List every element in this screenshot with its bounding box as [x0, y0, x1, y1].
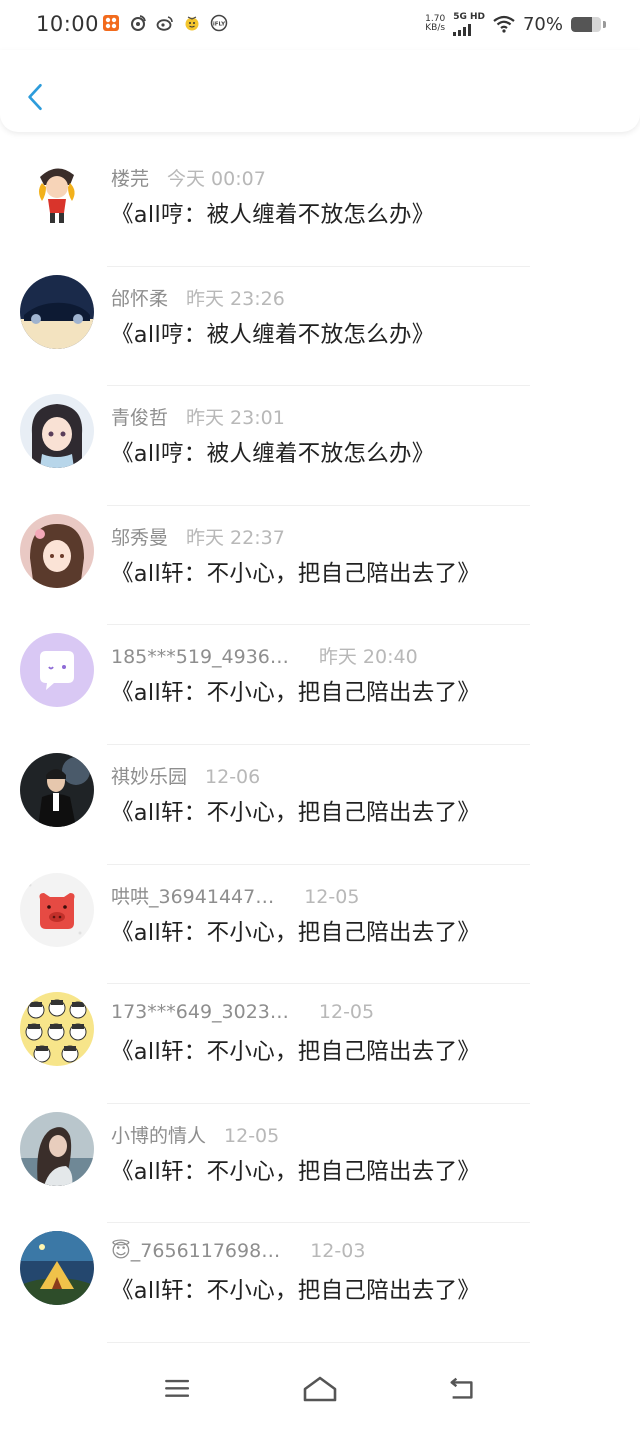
avatar[interactable] [20, 992, 94, 1067]
network-speed: 1.70 KB/s [425, 14, 446, 33]
avatar[interactable] [20, 633, 94, 708]
message-time: 12-03 [310, 1240, 366, 1263]
message-meta: 哄哄_36941447… 12-05 [111, 882, 359, 909]
signal-bars-icon [453, 24, 485, 36]
sender-name[interactable]: 邬秀曼 [111, 523, 168, 550]
avatar[interactable] [20, 274, 94, 349]
message-time: 昨天 20:40 [318, 646, 418, 669]
list-item[interactable]: 祺妙乐园 12-06 《all轩：不小心，把自己陪出去了》 [0, 745, 640, 865]
list-item[interactable]: 邬秀曼 昨天 22:37 《all轩：不小心，把自己陪出去了》 [0, 506, 640, 626]
message-text[interactable]: 《all哼：被人缠着不放怎么办》 [111, 317, 435, 349]
sender-name[interactable]: 😇_7656117698… [111, 1240, 280, 1262]
ifly-icon: iFLY [210, 14, 228, 32]
back-button[interactable] [18, 75, 52, 119]
message-text[interactable]: 《all轩：不小心，把自己陪出去了》 [111, 1154, 480, 1186]
home-button[interactable] [295, 1369, 345, 1409]
emoji-icon [183, 14, 201, 32]
message-time: 12-05 [318, 1001, 375, 1024]
notification-icons: iFLY [102, 14, 228, 32]
wifi-icon [493, 15, 515, 33]
sender-name[interactable]: 哄哄_36941447… [111, 882, 274, 909]
menu-button[interactable] [153, 1369, 203, 1409]
list-item[interactable]: 185***519_4936… 昨天 20:40 《all轩：不小心，把自己陪出… [0, 625, 640, 745]
sender-name[interactable]: 185***519_4936… [111, 646, 289, 668]
message-meta: 邰怀柔 昨天 23:26 [111, 284, 285, 311]
system-status: 1.70 KB/s 5G HD 70% [425, 12, 606, 36]
message-meta: 邬秀曼 昨天 22:37 [111, 523, 285, 550]
message-meta: 😇_7656117698… 12-03 [111, 1240, 365, 1262]
message-time: 12-05 [304, 885, 360, 908]
avatar[interactable] [20, 513, 94, 588]
message-time: 昨天 22:37 [186, 526, 285, 549]
avatar[interactable] [20, 1111, 94, 1186]
menu-icon [165, 1379, 189, 1397]
list-item[interactable]: 😇_7656117698… 12-03 《all轩：不小心，把自己陪出去了》 [0, 1223, 640, 1343]
back-nav-button[interactable] [437, 1369, 487, 1409]
message-text[interactable]: 《all哼：被人缠着不放怎么办》 [111, 436, 435, 468]
avatar[interactable] [20, 872, 94, 947]
sender-name[interactable]: 小博的情人 [111, 1121, 206, 1148]
weibo-icon [129, 14, 147, 32]
sender-name[interactable]: 邰怀柔 [111, 284, 168, 311]
app-icon [102, 14, 120, 32]
list-item[interactable]: 小博的情人 12-05 《all轩：不小心，把自己陪出去了》 [0, 1104, 640, 1224]
message-text[interactable]: 《all哼：被人缠着不放怎么办》 [111, 197, 435, 229]
list-item[interactable]: 173***649_3023… 12-05 《all轩：不小心，把自己陪出去了》 [0, 984, 640, 1104]
message-text[interactable]: 《all轩：不小心，把自己陪出去了》 [111, 675, 480, 707]
battery-icon [571, 16, 601, 32]
list-item[interactable]: 邰怀柔 昨天 23:26 《all哼：被人缠着不放怎么办》 [0, 267, 640, 387]
chevron-left-icon [28, 83, 42, 111]
home-icon [303, 1376, 337, 1402]
status-bar: 10:00 iFLY 1.70 KB/s 5G HD 70% [0, 0, 640, 50]
signal-indicator: 5G HD [453, 12, 485, 36]
avatar[interactable] [20, 1231, 94, 1306]
message-meta: 185***519_4936… 昨天 20:40 [111, 642, 418, 669]
sender-name[interactable]: 青俊哲 [111, 403, 168, 430]
message-text[interactable]: 《all轩：不小心，把自己陪出去了》 [111, 795, 480, 827]
navigation-bar [0, 1353, 640, 1433]
sender-name[interactable]: 楼芫 [111, 164, 149, 191]
weibo-icon [156, 14, 174, 32]
avatar[interactable] [20, 155, 94, 229]
message-text[interactable]: 《all轩：不小心，把自己陪出去了》 [111, 556, 480, 588]
message-time: 12-06 [205, 765, 261, 788]
sender-name[interactable]: 祺妙乐园 [111, 762, 187, 789]
message-time: 今天 00:07 [167, 168, 266, 190]
message-meta: 祺妙乐园 12-06 [111, 762, 260, 789]
message-meta: 楼芫 今天 00:07 [111, 164, 266, 191]
status-time: 10:00 [36, 12, 100, 36]
message-text[interactable]: 《all轩：不小心，把自己陪出去了》 [111, 915, 480, 947]
message-time: 昨天 23:01 [186, 407, 285, 430]
message-text[interactable]: 《all轩：不小心，把自己陪出去了》 [111, 1273, 480, 1305]
message-list: 楼芫 今天 00:07 《all哼：被人缠着不放怎么办》 邰怀柔 昨天 23:2… [0, 147, 640, 1343]
list-item[interactable]: 哄哄_36941447… 12-05 《all轩：不小心，把自己陪出去了》 [0, 865, 640, 985]
battery-percent: 70% [522, 13, 563, 35]
header [0, 50, 640, 132]
list-item[interactable]: 楼芫 今天 00:07 《all哼：被人缠着不放怎么办》 [0, 147, 640, 267]
list-item[interactable]: 青俊哲 昨天 23:01 《all哼：被人缠着不放怎么办》 [0, 386, 640, 506]
message-time: 12-05 [224, 1124, 280, 1147]
divider [107, 1341, 530, 1343]
svg-text:iFLY: iFLY [213, 22, 226, 28]
message-time: 昨天 23:26 [186, 287, 285, 310]
battery-tip [603, 20, 606, 28]
message-text[interactable]: 《all轩：不小心，把自己陪出去了》 [111, 1034, 480, 1066]
message-meta: 小博的情人 12-05 [111, 1121, 279, 1148]
message-meta: 青俊哲 昨天 23:01 [111, 403, 285, 430]
message-meta: 173***649_3023… 12-05 [111, 1001, 374, 1023]
sender-name[interactable]: 173***649_3023… [111, 1001, 289, 1023]
avatar[interactable] [20, 394, 94, 469]
back-icon [450, 1377, 473, 1399]
avatar[interactable] [20, 752, 94, 827]
